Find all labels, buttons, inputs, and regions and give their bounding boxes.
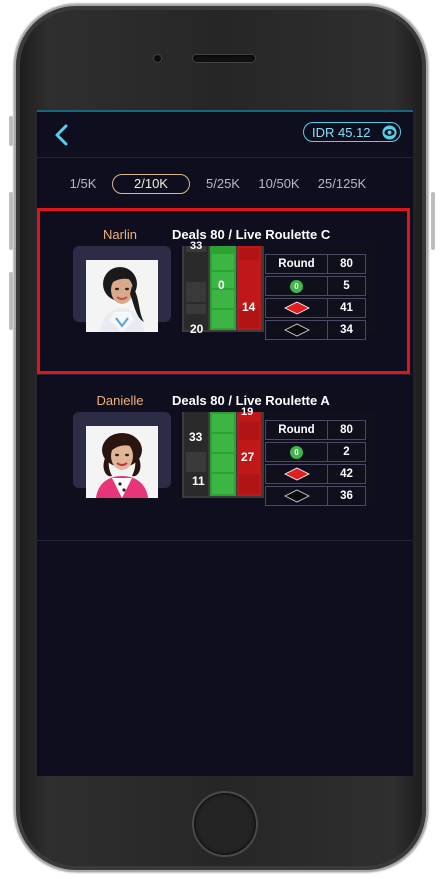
round-label: Round [265,420,328,440]
phone-mute-switch [9,116,13,146]
zero-green-icon: 0 [290,445,303,459]
table-card-roulette-c[interactable]: Narlin Deals 80 / Live Roulette C 33 0 1… [37,208,413,375]
red-diamond-icon [283,301,310,315]
black-diamond-icon [283,323,310,337]
chevron-left-icon [55,124,68,146]
dealer-name: Danielle [96,393,144,408]
black-stat-key [265,486,328,506]
roadmap-panel: 33 19 27 11 Round 80 0 2 42 36 [182,406,376,506]
black-count: 34 [327,320,366,340]
balance-amount: IDR 45.12 [312,124,371,140]
round-count: 80 [327,420,366,440]
phone-power-button [431,192,435,250]
card-divider [37,540,413,541]
bead-number-red-top: 19 [241,406,254,418]
phone-speaker [193,55,255,62]
zero-green-icon: 0 [290,279,303,293]
black-count: 36 [327,486,366,506]
roadmap-panel: 33 0 14 20 Round 80 0 5 41 34 [182,240,376,340]
home-button[interactable] [194,793,256,855]
bead-number-bottom: 20 [190,322,204,336]
app-screen: IDR 45.12 1/5K 2/10K 5/25K 10/50K 25/125… [37,110,413,776]
back-button[interactable] [51,122,75,148]
red-diamond-icon [283,467,310,481]
round-label: Round [265,254,328,274]
zero-stat-key: 0 [265,276,328,296]
bead-number-top: 33 [189,430,203,444]
bead-number-top: 33 [190,240,203,252]
dealer-name: Narlin [103,227,137,242]
dealer-photo-danielle [86,426,158,498]
limit-tab-10-50k[interactable]: 10/50K [255,174,303,194]
limit-tab-1-5k[interactable]: 1/5K [65,174,101,194]
stats-table: Round 80 0 2 42 36 [265,420,366,508]
zero-count: 5 [327,276,366,296]
black-diamond-icon [283,489,310,503]
top-bar: IDR 45.12 [37,110,413,158]
dealer-avatar [73,246,171,332]
bet-limit-tabs: 1/5K 2/10K 5/25K 10/50K 25/125K [37,170,413,198]
dealer-photo-narlin [86,260,158,332]
round-count: 80 [327,254,366,274]
stats-table: Round 80 0 5 41 34 [265,254,366,342]
zero-count: 2 [327,442,366,462]
bead-number-red: 27 [241,450,255,464]
red-stat-key [265,464,328,484]
red-count: 41 [327,298,366,318]
zero-stat-key: 0 [265,442,328,462]
phone-volume-up [9,192,13,250]
phone-camera [154,55,161,62]
red-count: 42 [327,464,366,484]
black-stat-key [265,320,328,340]
limit-tab-2-10k[interactable]: 2/10K [112,174,190,194]
red-stat-key [265,298,328,318]
balance-pill[interactable]: IDR 45.12 [303,122,401,142]
eye-icon[interactable] [382,125,397,143]
bead-number-green: 0 [218,278,225,292]
bead-number-bottom: 11 [192,474,205,488]
dealer-avatar [73,412,171,498]
phone-volume-down [9,272,13,330]
limit-tab-5-25k[interactable]: 5/25K [203,174,243,194]
limit-tab-25-125k[interactable]: 25/125K [314,174,370,194]
bead-number-red: 14 [242,300,256,314]
table-card-roulette-a[interactable]: Danielle Deals 80 / Live Roulette A 33 1… [37,375,413,541]
